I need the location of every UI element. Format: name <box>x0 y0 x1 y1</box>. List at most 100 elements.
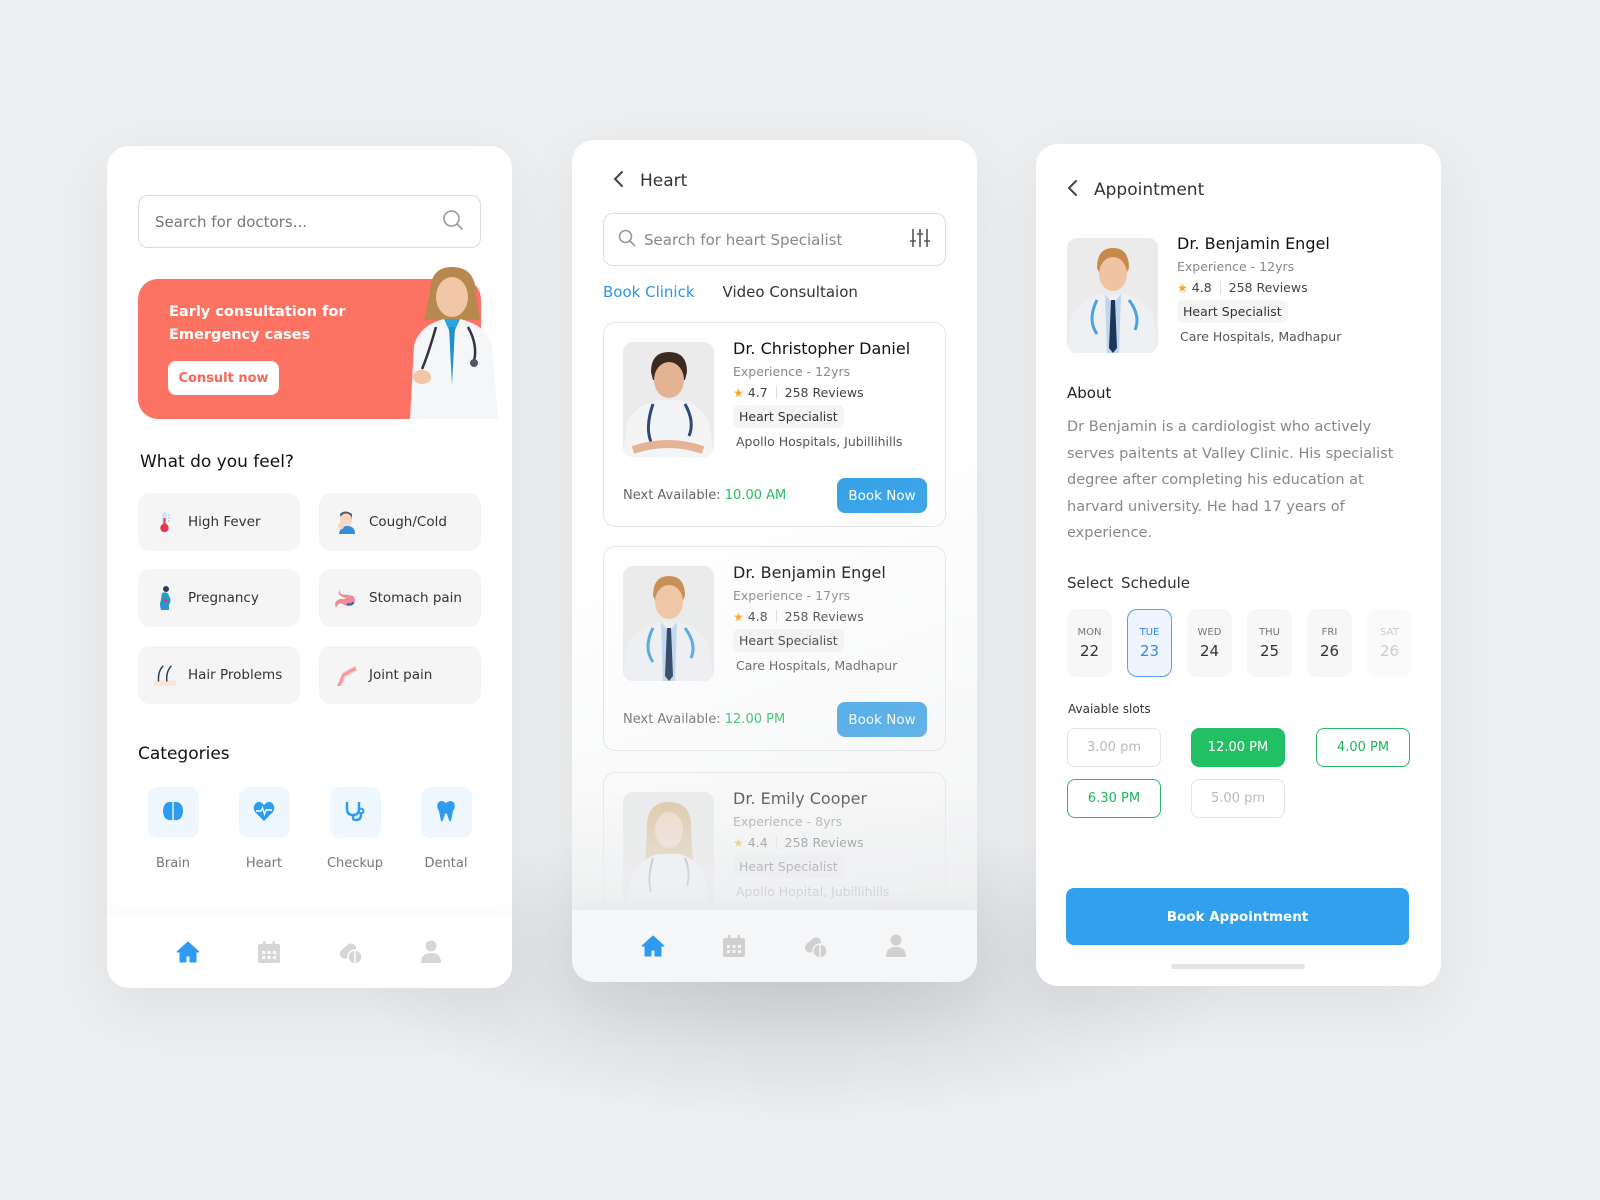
doctor-illustration <box>400 265 505 419</box>
time-slot[interactable]: 6.30 PM <box>1067 779 1161 818</box>
star-icon: ★ <box>733 385 744 400</box>
brain-icon <box>162 801 184 825</box>
day-date: 24 <box>1199 641 1220 660</box>
tab-book-clinic[interactable]: Book Clinick <box>603 283 695 301</box>
doctor-experience: Experience - 17yrs <box>733 588 851 603</box>
specialist-search-input[interactable] <box>644 230 909 249</box>
doctor-search-bar[interactable] <box>138 195 481 248</box>
doctor-card[interactable]: Dr. Christopher Daniel Experience - 12yr… <box>603 322 946 527</box>
rating-value: 4.7 <box>747 385 768 400</box>
back-chevron-icon[interactable] <box>612 170 624 192</box>
symptom-cough-cold[interactable]: Cough/Cold <box>319 493 481 551</box>
doctor-name: Dr. Benjamin Engel <box>1177 234 1330 253</box>
day-option[interactable]: THU 25 <box>1247 609 1292 677</box>
rating-value: 4.8 <box>1191 280 1212 295</box>
category-checkup[interactable]: Checkup <box>327 787 383 871</box>
search-icon <box>618 229 636 251</box>
hospital-name: Care Hospitals, Madhapur <box>736 658 898 673</box>
consult-now-button[interactable]: Consult now <box>168 361 279 395</box>
home-icon[interactable] <box>640 933 666 959</box>
day-picker: MON 22 TUE 23 WED 24 THU 25 FRI 26 SAT 26 <box>1067 609 1412 677</box>
user-icon[interactable] <box>883 933 909 959</box>
calendar-icon[interactable] <box>721 933 747 959</box>
user-icon[interactable] <box>418 939 444 965</box>
hospital-name: Apollo Hopital, Jubillihills <box>736 884 890 899</box>
doctor-search-input[interactable] <box>155 212 442 231</box>
day-option[interactable]: MON 22 <box>1067 609 1112 677</box>
book-appointment-button[interactable]: Book Appointment <box>1066 888 1409 945</box>
book-now-button[interactable]: Book Now <box>837 702 927 737</box>
symptom-label: Pregnancy <box>188 590 259 606</box>
day-date: 25 <box>1259 641 1280 660</box>
pills-icon[interactable] <box>337 939 363 965</box>
divider <box>1219 281 1221 294</box>
category-label: Brain <box>155 856 191 871</box>
symptom-high-fever[interactable]: High Fever <box>138 493 300 551</box>
search-icon[interactable] <box>442 209 464 235</box>
next-available-label: Next Available: <box>623 488 721 503</box>
hospital-name: Care Hospitals, Madhapur <box>1180 329 1342 344</box>
divider <box>775 386 777 399</box>
day-name: THU <box>1259 626 1280 638</box>
pregnancy-icon <box>154 586 176 610</box>
doctor-info: Dr. Benjamin Engel Experience - 17yrs ★ … <box>733 563 897 673</box>
symptom-stomach-pain[interactable]: Stomach pain <box>319 569 481 627</box>
time-slot-selected[interactable]: 12.00 PM <box>1191 728 1285 767</box>
stethoscope-icon <box>344 800 366 826</box>
heart-pulse-icon <box>253 801 275 825</box>
next-available-time: 10.00 AM <box>724 488 787 503</box>
heart-specialists-screen: Heart Book Clinick Video Consultaion Dr.… <box>572 140 977 982</box>
doctor-rating: ★ 4.4 258 Reviews <box>733 835 889 850</box>
day-name: MON <box>1077 626 1102 638</box>
slots-heading: Avaiable slots <box>1068 702 1151 716</box>
review-count: 258 Reviews <box>1228 280 1308 295</box>
symptom-pregnancy[interactable]: Pregnancy <box>138 569 300 627</box>
review-count: 258 Reviews <box>784 385 864 400</box>
symptom-joint-pain[interactable]: Joint pain <box>319 646 481 704</box>
doctor-avatar <box>623 342 714 457</box>
specialty-tag: Heart Specialist <box>733 405 844 428</box>
doctor-rating: ★ 4.7 258 Reviews <box>733 385 910 400</box>
specialty-tag: Heart Specialist <box>733 629 844 652</box>
category-heart[interactable]: Heart <box>237 787 291 871</box>
rating-value: 4.8 <box>747 609 768 624</box>
tab-video-consultation[interactable]: Video Consultaion <box>723 283 858 301</box>
category-brain[interactable]: Brain <box>146 787 200 871</box>
doctor-info: Dr. Emily Cooper Experience - 8yrs ★ 4.4… <box>733 789 889 899</box>
day-name: WED <box>1197 626 1222 638</box>
symptom-label: Joint pain <box>369 667 433 683</box>
symptom-hair-problems[interactable]: Hair Problems <box>138 646 300 704</box>
doctor-name: Dr. Christopher Daniel <box>733 339 911 358</box>
category-dental[interactable]: Dental <box>419 787 473 871</box>
next-available: Next Available: 12.00 PM <box>623 712 785 727</box>
symptom-label: High Fever <box>188 514 261 530</box>
day-option[interactable]: WED 24 <box>1187 609 1232 677</box>
calendar-icon[interactable] <box>256 939 282 965</box>
day-name: TUE <box>1139 626 1160 638</box>
doctor-experience: Experience - 12yrs <box>1177 259 1295 274</box>
star-icon: ★ <box>733 835 744 850</box>
bottom-navigation <box>107 916 512 988</box>
filter-sliders-icon[interactable] <box>909 228 931 252</box>
star-icon: ★ <box>1177 280 1188 295</box>
divider <box>775 836 777 849</box>
day-option[interactable]: FRI 26 <box>1307 609 1352 677</box>
time-slot[interactable]: 4.00 PM <box>1316 728 1410 767</box>
doctor-experience: Experience - 12yrs <box>733 364 851 379</box>
specialist-search-bar[interactable] <box>603 213 946 266</box>
specialty-tag: Heart Specialist <box>1177 300 1288 323</box>
pills-icon[interactable] <box>802 933 828 959</box>
day-option-selected[interactable]: TUE 23 <box>1127 609 1172 677</box>
back-chevron-icon[interactable] <box>1066 179 1078 201</box>
doctor-card[interactable]: Dr. Benjamin Engel Experience - 17yrs ★ … <box>603 546 946 751</box>
symptom-label: Cough/Cold <box>369 514 447 530</box>
specialty-tag: Heart Specialist <box>733 855 844 878</box>
home-screen: Early consultation for Emergency cases C… <box>107 146 512 988</box>
home-icon[interactable] <box>175 939 201 965</box>
divider <box>775 610 777 623</box>
symptom-label: Hair Problems <box>188 667 283 683</box>
book-now-button[interactable]: Book Now <box>837 478 927 513</box>
day-name: SAT <box>1380 626 1399 638</box>
day-date: 26 <box>1379 641 1400 660</box>
bottom-navigation <box>572 910 977 982</box>
